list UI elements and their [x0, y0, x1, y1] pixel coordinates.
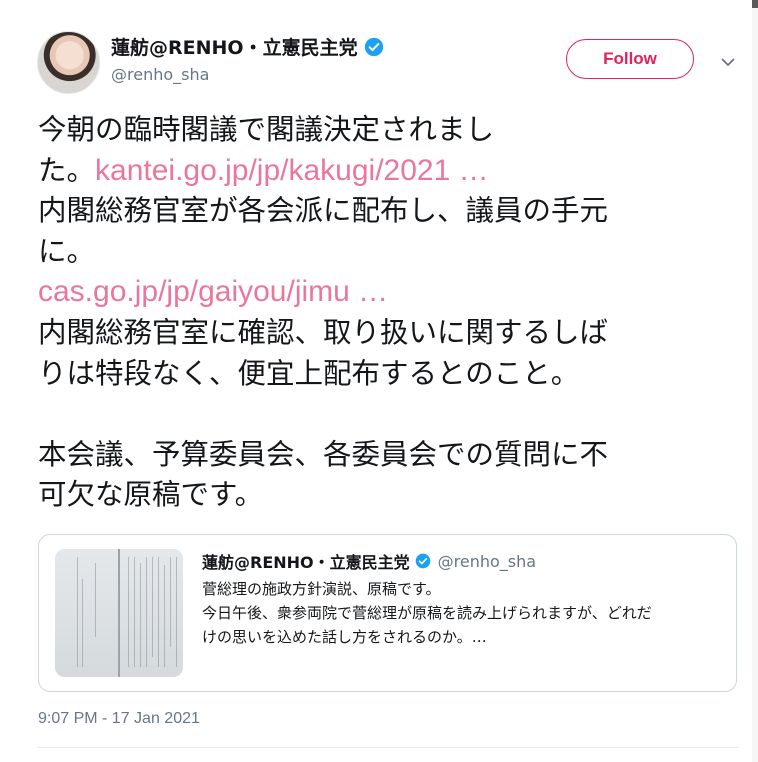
- tweet-text-line: た。kantei.go.jp/jp/kakugi/2021 …: [38, 151, 738, 192]
- quoted-author-handle[interactable]: @renho_sha: [438, 552, 536, 571]
- tweet-text-line: 可欠な原稿です。: [38, 478, 264, 512]
- quoted-tweet-text: 菅総理の施政方針演説、原稿です。 今日午後、衆参両院で菅総理が原稿を読み上げられ…: [202, 577, 724, 649]
- tweet-text-line: に。: [38, 234, 96, 268]
- scrollbar[interactable]: [752, 0, 758, 762]
- quoted-tweet-card[interactable]: 蓮舫@RENHO・立憲民主党 @renho_sha 菅総理の施政方針演説、原稿で…: [38, 534, 737, 692]
- divider: [38, 747, 738, 748]
- tweet-text-line: 今朝の臨時閣議で閣議決定されまし: [38, 113, 495, 146]
- document-page-left: [55, 549, 118, 677]
- tweet-text-line: 内閣総務官室に確認、取り扱いに関するしば: [38, 315, 609, 349]
- tweet-text-line: りは特段なく、便宜上配布するとのこと。: [38, 356, 580, 390]
- chevron-down-icon: [721, 58, 735, 66]
- author-display-name[interactable]: 蓮舫@RENHO・立憲民主党: [111, 33, 358, 60]
- cas-link[interactable]: cas.go.jp/jp/gaiyou/jimu …: [38, 275, 388, 308]
- tweet: 蓮舫@RENHO・立憲民主党 @renho_sha Follow 今朝の臨時閣議…: [0, 0, 758, 762]
- tweet-text-fragment: た。: [38, 153, 96, 187]
- more-options-button[interactable]: [718, 52, 738, 72]
- quoted-text-line: 菅総理の施政方針演説、原稿です。: [202, 580, 441, 598]
- verified-badge-icon: [364, 37, 383, 56]
- quoted-text-line: 今日午後、衆参両院で菅総理が原稿を読み上げられますが、どれだ: [202, 604, 652, 622]
- kantei-link[interactable]: kantei.go.jp/jp/kakugi/2021 …: [95, 154, 489, 187]
- quoted-author-name[interactable]: 蓮舫@RENHO・立憲民主党: [202, 549, 410, 573]
- quoted-tweet-image[interactable]: [55, 549, 183, 677]
- follow-button[interactable]: Follow: [566, 39, 694, 79]
- verified-badge-icon: [415, 553, 430, 569]
- quoted-text-line: けの思いを込めた話し方をされるのか。…: [202, 628, 487, 646]
- author-name[interactable]: 蓮舫@RENHO・立憲民主党: [111, 33, 384, 60]
- tweet-text: 今朝の臨時閣議で閣議決定されまし た。kantei.go.jp/jp/kakug…: [38, 110, 738, 516]
- tweet-text-line: 内閣総務官室が各会派に配布し、議員の手元: [38, 194, 609, 228]
- scrollbar-thumb[interactable]: [752, 0, 758, 8]
- author-handle[interactable]: @renho_sha: [111, 65, 209, 84]
- quoted-author[interactable]: 蓮舫@RENHO・立憲民主党 @renho_sha: [202, 549, 536, 573]
- avatar[interactable]: [37, 31, 100, 94]
- tweet-text-line: cas.go.jp/jp/gaiyou/jimu …: [38, 272, 738, 313]
- tweet-text-line: 本会議、予算委員会、各委員会での質問に不: [38, 437, 609, 471]
- document-page-right: [118, 549, 183, 677]
- tweet-timestamp[interactable]: 9:07 PM - 17 Jan 2021: [38, 710, 200, 728]
